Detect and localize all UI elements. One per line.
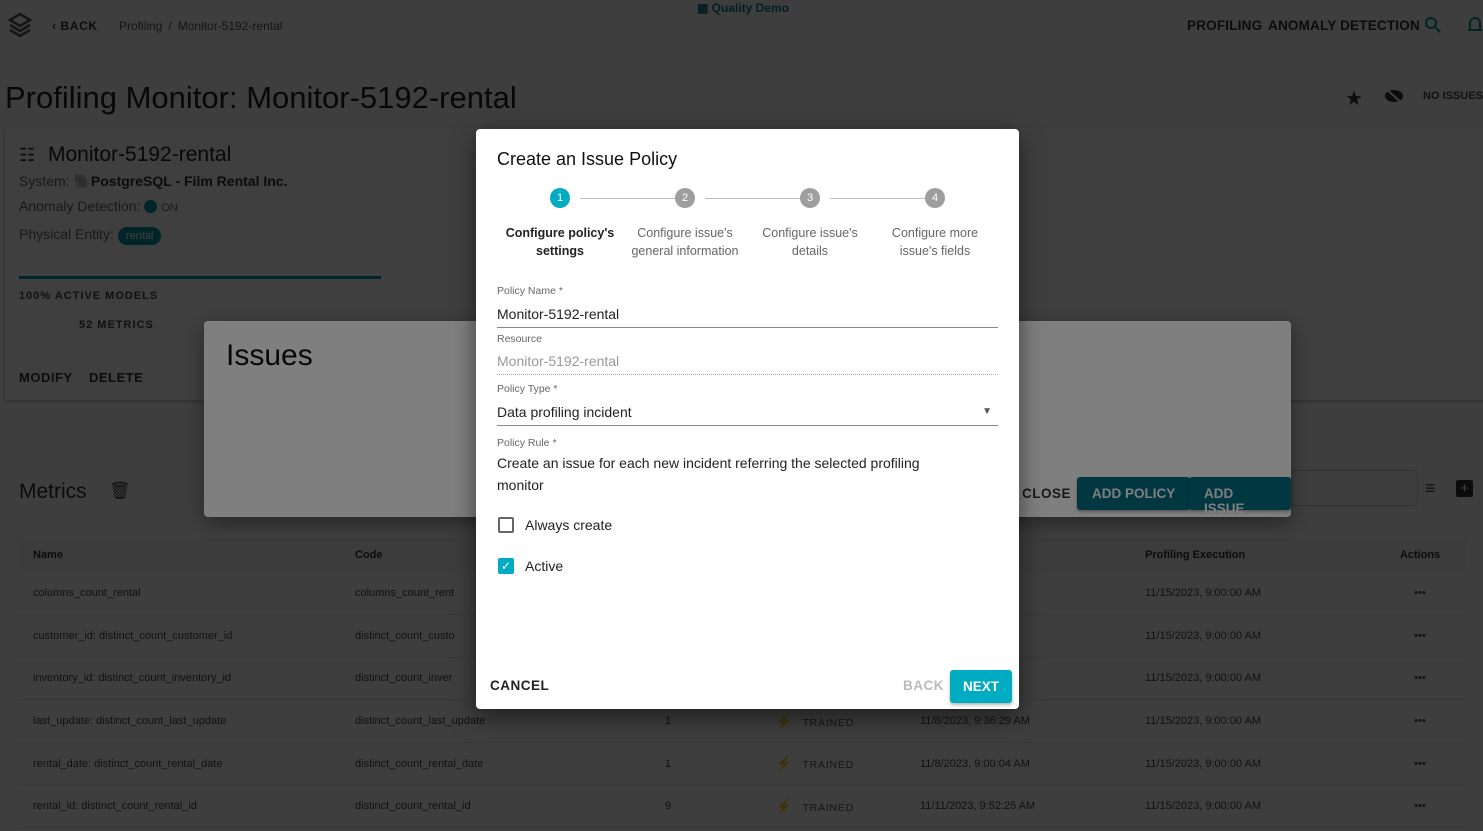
resource-label: Resource <box>497 333 542 345</box>
policy-rule-label: Policy Rule * <box>497 437 557 449</box>
step-4-label: Configure more issue's fields <box>891 226 979 258</box>
step-4-indicator: 4 <box>925 188 945 208</box>
active-label[interactable]: Active <box>525 558 563 574</box>
always-create-label[interactable]: Always create <box>525 517 612 533</box>
step-1-indicator: 1 <box>550 188 570 208</box>
check-icon: ✓ <box>500 559 512 573</box>
create-issue-policy-dialog: Create an Issue Policy 1 2 3 4 Configure… <box>476 129 1019 709</box>
next-button[interactable]: NEXT <box>950 670 1012 703</box>
dropdown-arrow-icon: ▼ <box>982 406 992 417</box>
step-2-label: Configure issue's general information <box>631 226 739 258</box>
step-3-label: Configure issue's details <box>762 226 858 258</box>
resource-input: Monitor-5192-rental <box>497 353 998 375</box>
always-create-checkbox[interactable] <box>498 517 514 533</box>
step-3-indicator: 3 <box>800 188 820 208</box>
policy-name-input[interactable]: Monitor-5192-rental <box>497 306 998 328</box>
policy-type-select[interactable]: Data profiling incident ▼ <box>497 404 998 426</box>
active-checkbox[interactable]: ✓ <box>498 558 514 574</box>
dialog-title: Create an Issue Policy <box>497 149 678 169</box>
step-1-label: Configure policy's settings <box>505 226 615 258</box>
policy-type-value: Data profiling incident <box>497 404 632 420</box>
policy-name-label: Policy Name * <box>497 285 563 297</box>
step-2-indicator: 2 <box>675 188 695 208</box>
back-step-button[interactable]: BACK <box>903 678 944 693</box>
policy-rule-text: Create an issue for each new incident re… <box>497 455 920 493</box>
cancel-button[interactable]: CANCEL <box>490 678 549 693</box>
policy-type-label: Policy Type * <box>497 383 558 395</box>
